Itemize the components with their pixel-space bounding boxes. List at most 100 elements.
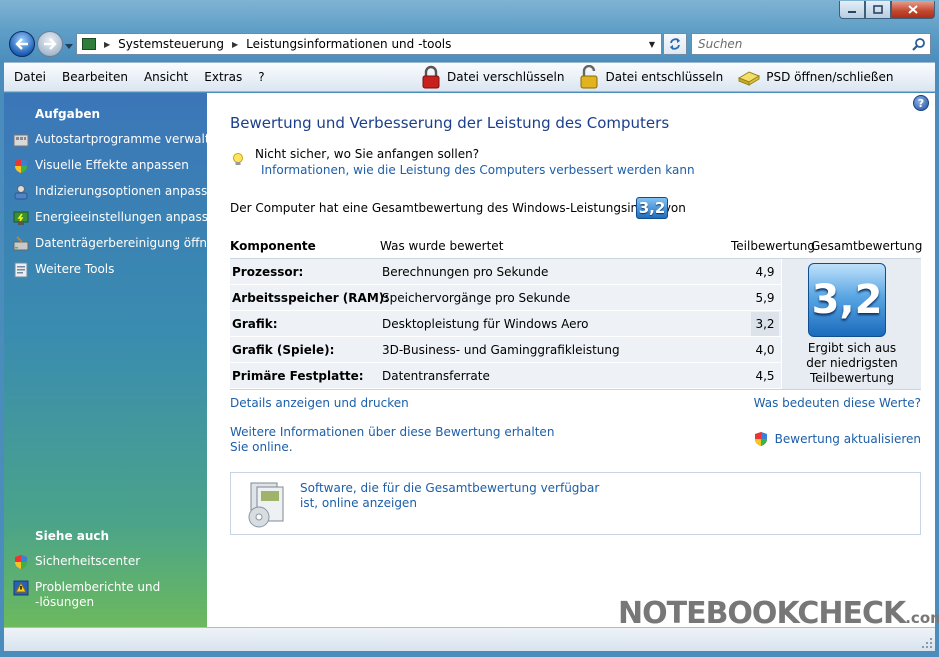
chevron-down-icon bbox=[65, 44, 73, 49]
encrypt-file-button[interactable]: Datei verschlüsseln bbox=[420, 65, 564, 89]
more-info-online-link[interactable]: Weitere Informationen über diese Bewertu… bbox=[230, 425, 554, 455]
software-box-icon bbox=[248, 482, 284, 528]
control-panel-icon bbox=[82, 38, 96, 50]
status-bar bbox=[4, 627, 935, 651]
minimize-button[interactable] bbox=[839, 1, 865, 19]
close-icon bbox=[908, 5, 918, 14]
table-row: Grafik: Desktopleistung für Windows Aero… bbox=[230, 311, 781, 337]
breadcrumb-leistungsinformationen[interactable]: Leistungsinformationen und -tools bbox=[246, 37, 451, 51]
row-score: 4,0 bbox=[755, 342, 775, 357]
forward-button[interactable] bbox=[37, 31, 63, 57]
row-component: Grafik: bbox=[232, 316, 278, 331]
menu-datei[interactable]: Datei bbox=[4, 70, 54, 84]
sidebar-item-problem-reports[interactable]: Problemberichte und -lösungen bbox=[13, 580, 160, 610]
overall-score-badge: 3,2 bbox=[636, 197, 668, 219]
menu-extras[interactable]: Extras bbox=[196, 70, 250, 84]
row-component: Primäre Festplatte: bbox=[232, 368, 364, 383]
sidebar-item-label: Weitere Tools bbox=[35, 262, 115, 276]
menu-bearbeiten[interactable]: Bearbeiten bbox=[54, 70, 136, 84]
search-box[interactable] bbox=[691, 33, 931, 55]
sidebar-item-label: Datenträgerbereinigung öffnen bbox=[35, 236, 223, 250]
table-row: Arbeitsspeicher (RAM): Speichervorgänge … bbox=[230, 285, 781, 311]
close-button[interactable] bbox=[891, 1, 935, 19]
total-score-panel: 3,2 Ergibt sich aus der niedrigsten Teil… bbox=[781, 259, 921, 389]
caption-buttons bbox=[839, 1, 935, 19]
menu-ansicht[interactable]: Ansicht bbox=[136, 70, 196, 84]
sidebar-item-power[interactable]: Energieeinstellungen anpassen bbox=[13, 210, 223, 226]
back-arrow-icon bbox=[15, 38, 28, 50]
row-component: Grafik (Spiele): bbox=[232, 342, 335, 357]
total-score-caption: Ergibt sich aus der niedrigsten Teilbewe… bbox=[782, 341, 922, 386]
see-also-heading: Siehe auch bbox=[35, 529, 110, 543]
page-title: Bewertung und Verbesserung der Leistung … bbox=[230, 114, 670, 132]
sidebar-item-indexing[interactable]: Indizierungsoptionen anpassen bbox=[13, 184, 222, 200]
search-icon[interactable] bbox=[912, 37, 925, 51]
content-pane: ? Bewertung und Verbesserung der Leistun… bbox=[207, 93, 935, 627]
psd-open-close-label: PSD öffnen/schließen bbox=[766, 70, 894, 84]
details-print-link[interactable]: Details anzeigen und drucken bbox=[230, 396, 409, 410]
row-what: Berechnungen pro Sekunde bbox=[382, 264, 549, 279]
sidebar-item-visual-effects[interactable]: Visuelle Effekte anpassen bbox=[13, 158, 189, 174]
decrypt-file-label: Datei entschlüsseln bbox=[605, 70, 724, 84]
row-score: 4,9 bbox=[755, 264, 775, 279]
breadcrumb-systemsteuerung[interactable]: Systemsteuerung bbox=[118, 37, 224, 51]
breadcrumb-separator-icon: ▶ bbox=[104, 39, 111, 49]
sidebar-item-security-center[interactable]: Sicherheitscenter bbox=[13, 554, 140, 570]
sidebar-item-disk-cleanup[interactable]: Datenträgerbereinigung öffnen bbox=[13, 236, 222, 252]
caption-line: Teilbewertung bbox=[809, 371, 894, 385]
recent-pages-dropdown[interactable] bbox=[65, 39, 73, 53]
indexing-icon bbox=[14, 185, 28, 200]
overall-rating-text: Der Computer hat eine Gesamtbewertung de… bbox=[230, 201, 686, 215]
refresh-icon bbox=[670, 38, 680, 50]
header-subscore: Teilbewertung bbox=[731, 238, 816, 253]
software-line1: Software, die für die Gesamtbewertung ve… bbox=[300, 481, 600, 495]
sidebar-item-label: Sicherheitscenter bbox=[35, 554, 141, 568]
row-component: Arbeitsspeicher (RAM): bbox=[232, 290, 390, 305]
sidebar-item-label: Energieeinstellungen anpassen bbox=[35, 210, 224, 224]
total-score-badge: 3,2 bbox=[808, 263, 886, 337]
update-rating-button[interactable]: Bewertung aktualisieren bbox=[753, 431, 921, 447]
more-info-line2: Sie online. bbox=[230, 440, 293, 454]
header-component: Komponente bbox=[230, 238, 316, 253]
sidebar-item-autostart[interactable]: Autostartprogramme verwalten bbox=[13, 132, 225, 148]
decrypt-file-button[interactable]: Datei entschlüsseln bbox=[578, 65, 723, 89]
startup-icon bbox=[13, 134, 29, 147]
unlock-icon bbox=[580, 65, 598, 89]
sidebar-item-label: Problemberichte und -lösungen bbox=[35, 580, 160, 610]
software-online-link[interactable]: Software, die für die Gesamtbewertung ve… bbox=[300, 481, 599, 511]
menu-help[interactable]: ? bbox=[250, 70, 272, 84]
problem-reports-line2: -lösungen bbox=[35, 595, 95, 609]
sidebar-item-more-tools[interactable]: Weitere Tools bbox=[13, 262, 114, 278]
maximize-button[interactable] bbox=[865, 1, 891, 19]
help-icon[interactable]: ? bbox=[913, 95, 929, 111]
problem-reports-line1: Problemberichte und bbox=[35, 580, 161, 594]
encrypt-file-label: Datei verschlüsseln bbox=[447, 70, 565, 84]
what-do-scores-mean-link[interactable]: Was bedeuten diese Werte? bbox=[754, 396, 921, 410]
refresh-button[interactable] bbox=[663, 33, 687, 55]
unsure-text: Nicht sicher, wo Sie anfangen sollen? bbox=[255, 147, 480, 161]
update-rating-label: Bewertung aktualisieren bbox=[774, 432, 921, 446]
improve-performance-link[interactable]: Informationen, wie die Leistung des Comp… bbox=[261, 163, 695, 177]
drive-icon bbox=[738, 71, 761, 86]
psd-open-close-button[interactable]: PSD öffnen/schließen bbox=[737, 65, 893, 89]
row-component: Prozessor: bbox=[232, 264, 304, 279]
explorer-window: ▶ Systemsteuerung ▶ Leistungsinformation… bbox=[0, 0, 939, 657]
chevron-down-icon[interactable]: ▼ bbox=[649, 40, 655, 49]
resize-grip-icon[interactable] bbox=[921, 637, 933, 649]
address-bar[interactable]: ▶ Systemsteuerung ▶ Leistungsinformation… bbox=[76, 33, 662, 55]
row-what: Datentransferrate bbox=[382, 368, 490, 383]
sidebar-item-label: Visuelle Effekte anpassen bbox=[35, 158, 189, 172]
table-row: Grafik (Spiele): 3D-Business- und Gaming… bbox=[230, 337, 781, 363]
tools-icon bbox=[14, 262, 28, 278]
power-icon bbox=[13, 211, 29, 225]
search-input[interactable] bbox=[698, 37, 898, 51]
task-pane: Aufgaben Autostartprogramme verwalten Vi… bbox=[4, 93, 225, 627]
row-what: 3D-Business- und Gaminggrafikleistung bbox=[382, 342, 620, 357]
menu-bar: Datei Bearbeiten Ansicht Extras ? Datei … bbox=[4, 62, 935, 92]
software-online-box: Software, die für die Gesamtbewertung ve… bbox=[230, 472, 921, 535]
caption-line: Ergibt sich aus bbox=[807, 341, 897, 355]
row-score: 5,9 bbox=[755, 290, 775, 305]
back-button[interactable] bbox=[9, 31, 35, 57]
table-divider bbox=[230, 389, 921, 390]
score-table-body: Prozessor: Berechnungen pro Sekunde 4,9 … bbox=[230, 259, 921, 389]
